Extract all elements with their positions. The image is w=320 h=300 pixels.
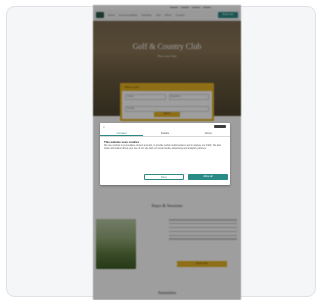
consent-brand-logo (214, 125, 226, 128)
allow-all-button[interactable]: Allow all (188, 174, 228, 180)
tab-details[interactable]: Details (143, 130, 186, 136)
close-icon[interactable]: × (103, 125, 105, 129)
deny-button[interactable]: Deny (144, 174, 184, 180)
cookie-consent-dialog: × Consent Details About This website use… (100, 123, 230, 185)
consent-body: We use cookies to personalise content an… (104, 145, 222, 150)
tab-about[interactable]: About (187, 130, 230, 136)
tab-consent[interactable]: Consent (100, 130, 144, 136)
consent-heading: This website uses cookies (104, 140, 140, 144)
consent-tabs: Consent Details About (100, 130, 230, 137)
